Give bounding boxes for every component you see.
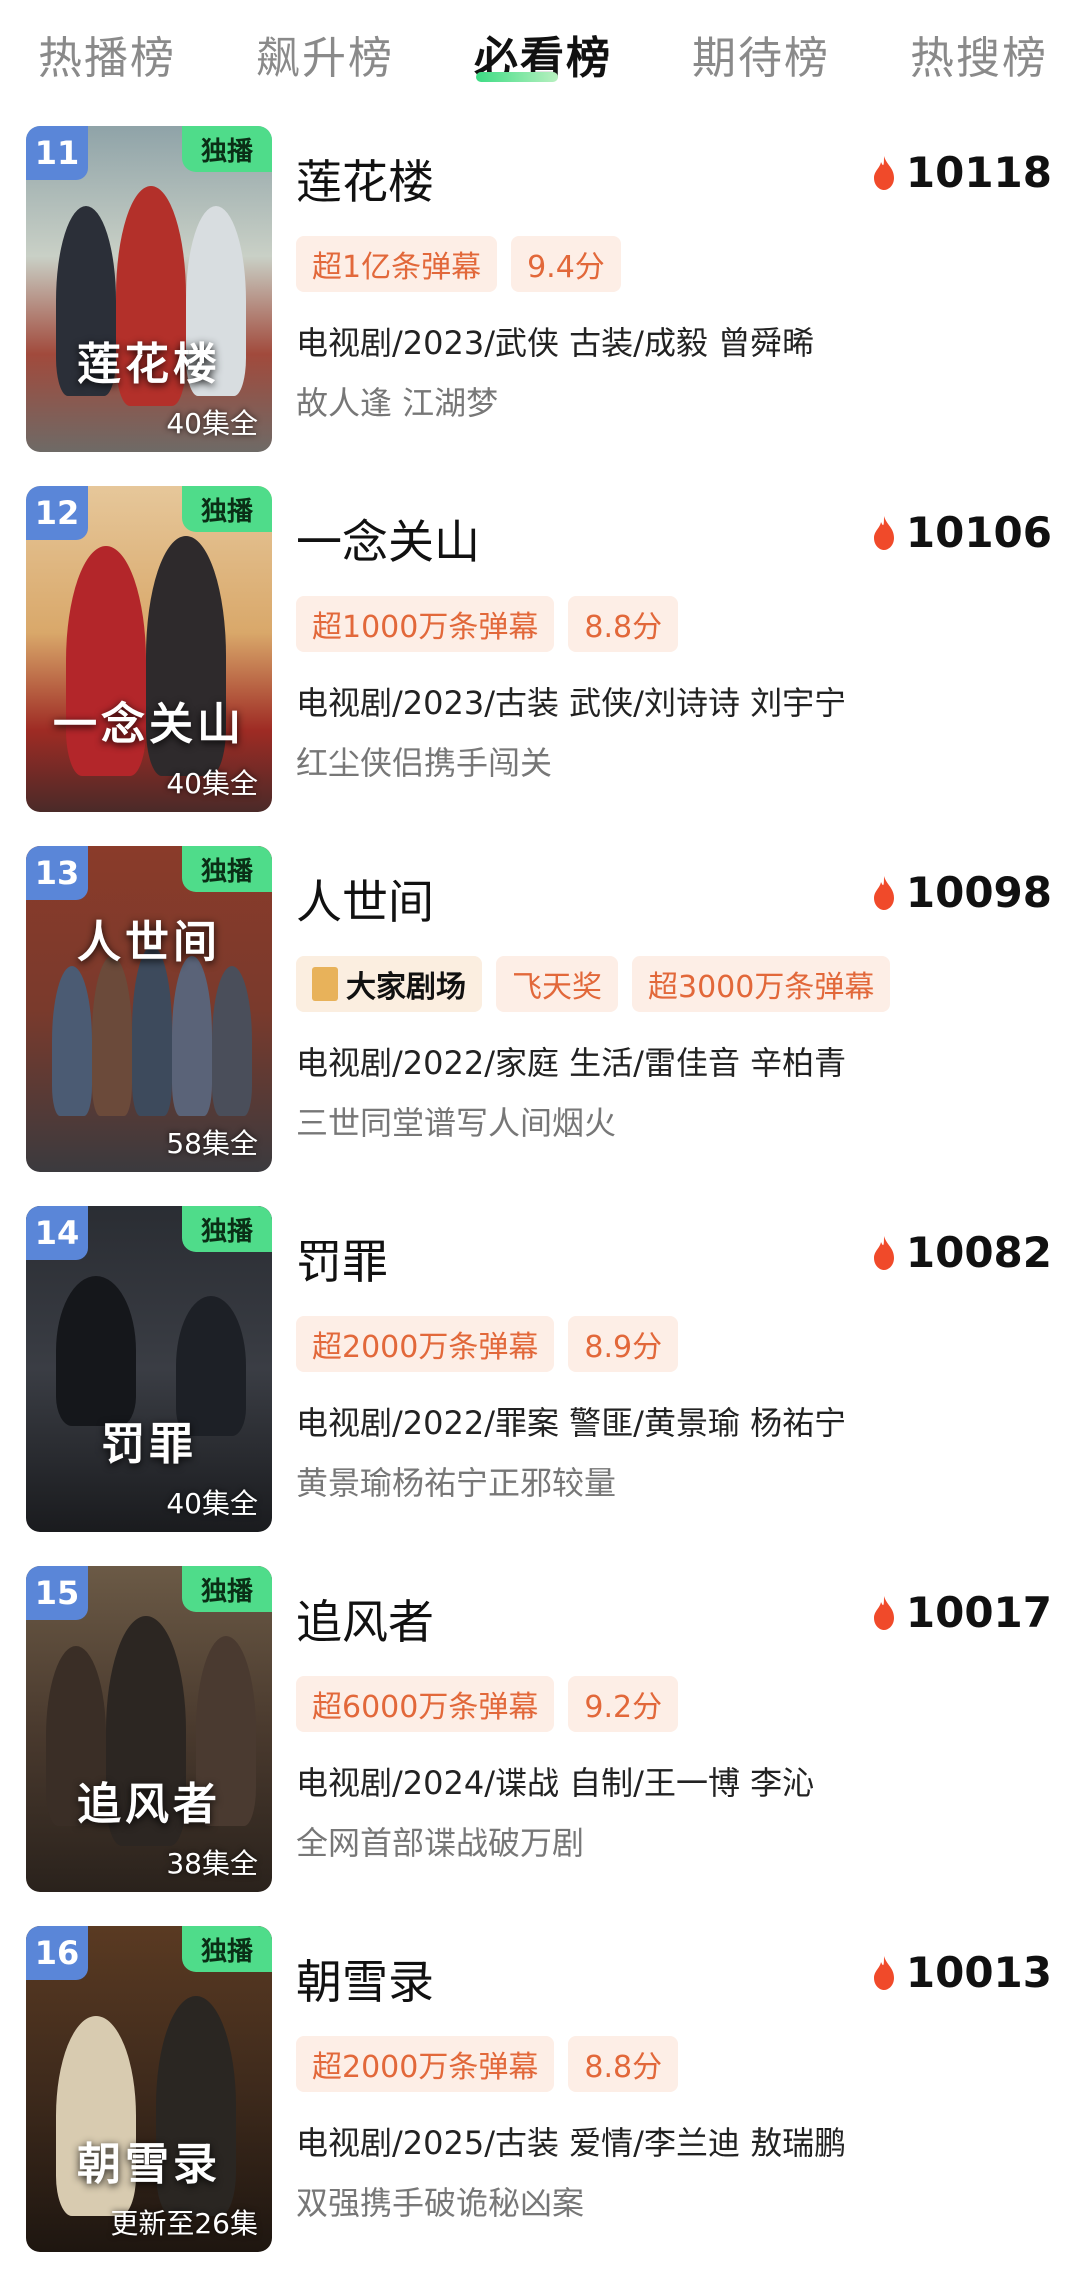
show-meta: 电视剧/2022/家庭 生活/雷佳音 辛柏青 — [296, 1044, 847, 1082]
show-meta: 电视剧/2023/古装 武侠/刘诗诗 刘宇宁 — [296, 684, 847, 722]
tab-hot-play[interactable]: 热播榜 — [38, 22, 176, 86]
heat-score: 10082 — [872, 1228, 1052, 1277]
exclusive-badge: 独播 — [182, 126, 272, 172]
rank-badge: 16 — [26, 1926, 88, 1980]
heat-score: 10106 — [872, 508, 1052, 557]
exclusive-badge: 独播 — [182, 1206, 272, 1252]
list-item[interactable]: 13 独播 人世间 58集全 人世间 10098 大家剧场 飞天奖 超3000万… — [0, 846, 1080, 1206]
rank-badge: 15 — [26, 1566, 88, 1620]
danmu-tag: 超3000万条弹幕 — [632, 956, 891, 1012]
show-title[interactable]: 朝雪录 — [296, 1946, 434, 2012]
heat-score: 10017 — [872, 1588, 1052, 1637]
score-tag: 8.9分 — [568, 1316, 679, 1372]
poster-title: 莲花楼 — [77, 339, 221, 390]
poster-image[interactable]: 11 独播 莲花楼 40集全 — [26, 126, 272, 452]
show-description: 全网首部谍战破万剧 — [296, 1824, 585, 1862]
heat-value: 10098 — [905, 868, 1052, 917]
tag-list: 超1000万条弹幕 8.8分 — [296, 596, 679, 652]
poster-image[interactable]: 16 独播 朝雪录 更新至26集 — [26, 1926, 272, 2252]
poster-image[interactable]: 15 独播 追风者 38集全 — [26, 1566, 272, 1892]
rank-badge: 11 — [26, 126, 88, 180]
score-tag: 8.8分 — [568, 596, 679, 652]
score-tag: 8.8分 — [568, 2036, 679, 2092]
rank-badge: 14 — [26, 1206, 88, 1260]
episode-count: 40集全 — [166, 767, 258, 800]
show-title[interactable]: 罚罪 — [296, 1226, 388, 1292]
flame-icon — [873, 515, 894, 550]
tag-list: 超6000万条弹幕 9.2分 — [296, 1676, 679, 1732]
list-item[interactable]: 15 独播 追风者 38集全 追风者 10017 超6000万条弹幕 9.2分 … — [0, 1566, 1080, 1926]
poster-image[interactable]: 13 独播 人世间 58集全 — [26, 846, 272, 1172]
heat-value: 10013 — [905, 1948, 1052, 1997]
flame-icon — [873, 1235, 894, 1270]
show-meta: 电视剧/2024/谍战 自制/王一博 李沁 — [296, 1764, 815, 1802]
flame-icon — [873, 1595, 894, 1630]
show-meta: 电视剧/2023/武侠 古装/成毅 曾舜晞 — [296, 324, 815, 362]
heat-score: 10098 — [872, 868, 1052, 917]
poster-title: 罚罪 — [101, 1419, 197, 1470]
heat-value: 10082 — [905, 1228, 1052, 1277]
rank-badge: 12 — [26, 486, 88, 540]
episode-count: 38集全 — [166, 1847, 258, 1880]
show-description: 三世同堂谱写人间烟火 — [296, 1104, 617, 1142]
score-tag: 9.4分 — [511, 236, 621, 292]
tag-list: 超2000万条弹幕 8.8分 — [296, 2036, 679, 2092]
tab-anticipated[interactable]: 期待榜 — [692, 22, 830, 86]
show-title[interactable]: 追风者 — [296, 1586, 434, 1652]
danmu-tag: 超2000万条弹幕 — [296, 2036, 555, 2092]
list-item[interactable]: 16 独播 朝雪录 更新至26集 朝雪录 10013 超2000万条弹幕 8.8… — [0, 1926, 1080, 2286]
heat-value: 10118 — [905, 148, 1052, 197]
show-meta: 电视剧/2025/古装 爱情/李兰迪 敖瑞鹏 — [296, 2124, 847, 2162]
show-description: 红尘侠侣携手闯关 — [296, 744, 553, 782]
poster-title: 追风者 — [77, 1779, 221, 1830]
poster-title: 一念关山 — [53, 699, 245, 750]
danmu-tag: 超2000万条弹幕 — [296, 1316, 555, 1372]
flame-icon — [873, 1955, 894, 1990]
rank-badge: 13 — [26, 846, 88, 900]
show-description: 黄景瑜杨祐宁正邪较量 — [296, 1464, 617, 1502]
exclusive-badge: 独播 — [182, 1566, 272, 1612]
exclusive-badge: 独播 — [182, 486, 272, 532]
tag-list: 超1亿条弹幕 9.4分 — [296, 236, 621, 292]
danmu-tag: 超1000万条弹幕 — [296, 596, 555, 652]
danmu-tag: 超1亿条弹幕 — [296, 236, 498, 292]
heat-score: 10013 — [872, 1948, 1052, 1997]
episode-count: 58集全 — [166, 1127, 258, 1160]
award-tag: 飞天奖 — [496, 956, 618, 1012]
heat-value: 10017 — [905, 1588, 1052, 1637]
tab-rising[interactable]: 飙升榜 — [256, 22, 394, 86]
exclusive-badge: 独播 — [182, 1926, 272, 1972]
flame-icon — [873, 155, 894, 190]
list-item[interactable]: 11 独播 莲花楼 40集全 莲花楼 10118 超1亿条弹幕 9.4分 电视剧… — [0, 126, 1080, 486]
brand-tag-label: 大家剧场 — [346, 970, 466, 1005]
show-title[interactable]: 一念关山 — [296, 506, 480, 572]
list-item[interactable]: 14 独播 罚罪 40集全 罚罪 10082 超2000万条弹幕 8.9分 电视… — [0, 1206, 1080, 1566]
active-tab-indicator — [476, 72, 558, 82]
show-description: 双强携手破诡秘凶案 — [296, 2184, 585, 2222]
heat-score: 10118 — [872, 148, 1052, 197]
book-icon — [312, 967, 338, 1001]
show-meta: 电视剧/2022/罪案 警匪/黄景瑜 杨祐宁 — [296, 1404, 847, 1442]
heat-value: 10106 — [905, 508, 1052, 557]
exclusive-badge: 独播 — [182, 846, 272, 892]
tag-list: 大家剧场 飞天奖 超3000万条弹幕 — [296, 956, 891, 1012]
flame-icon — [873, 875, 894, 910]
poster-title: 朝雪录 — [77, 2139, 221, 2190]
ranking-tabs: 热播榜 飙升榜 必看榜 期待榜 热搜榜 — [0, 0, 1080, 110]
list-item[interactable]: 12 独播 一念关山 40集全 一念关山 10106 超1000万条弹幕 8.8… — [0, 486, 1080, 846]
show-title[interactable]: 莲花楼 — [296, 146, 434, 212]
poster-image[interactable]: 12 独播 一念关山 40集全 — [26, 486, 272, 812]
episode-count: 40集全 — [166, 407, 258, 440]
show-description: 故人逢 江湖梦 — [296, 384, 499, 422]
poster-title: 人世间 — [77, 917, 221, 968]
episode-count: 更新至26集 — [110, 2207, 258, 2240]
show-title[interactable]: 人世间 — [296, 866, 434, 932]
score-tag: 9.2分 — [568, 1676, 679, 1732]
episode-count: 40集全 — [166, 1487, 258, 1520]
tab-hot-search[interactable]: 热搜榜 — [910, 22, 1048, 86]
brand-tag: 大家剧场 — [296, 956, 482, 1012]
tag-list: 超2000万条弹幕 8.9分 — [296, 1316, 679, 1372]
poster-image[interactable]: 14 独播 罚罪 40集全 — [26, 1206, 272, 1532]
danmu-tag: 超6000万条弹幕 — [296, 1676, 555, 1732]
